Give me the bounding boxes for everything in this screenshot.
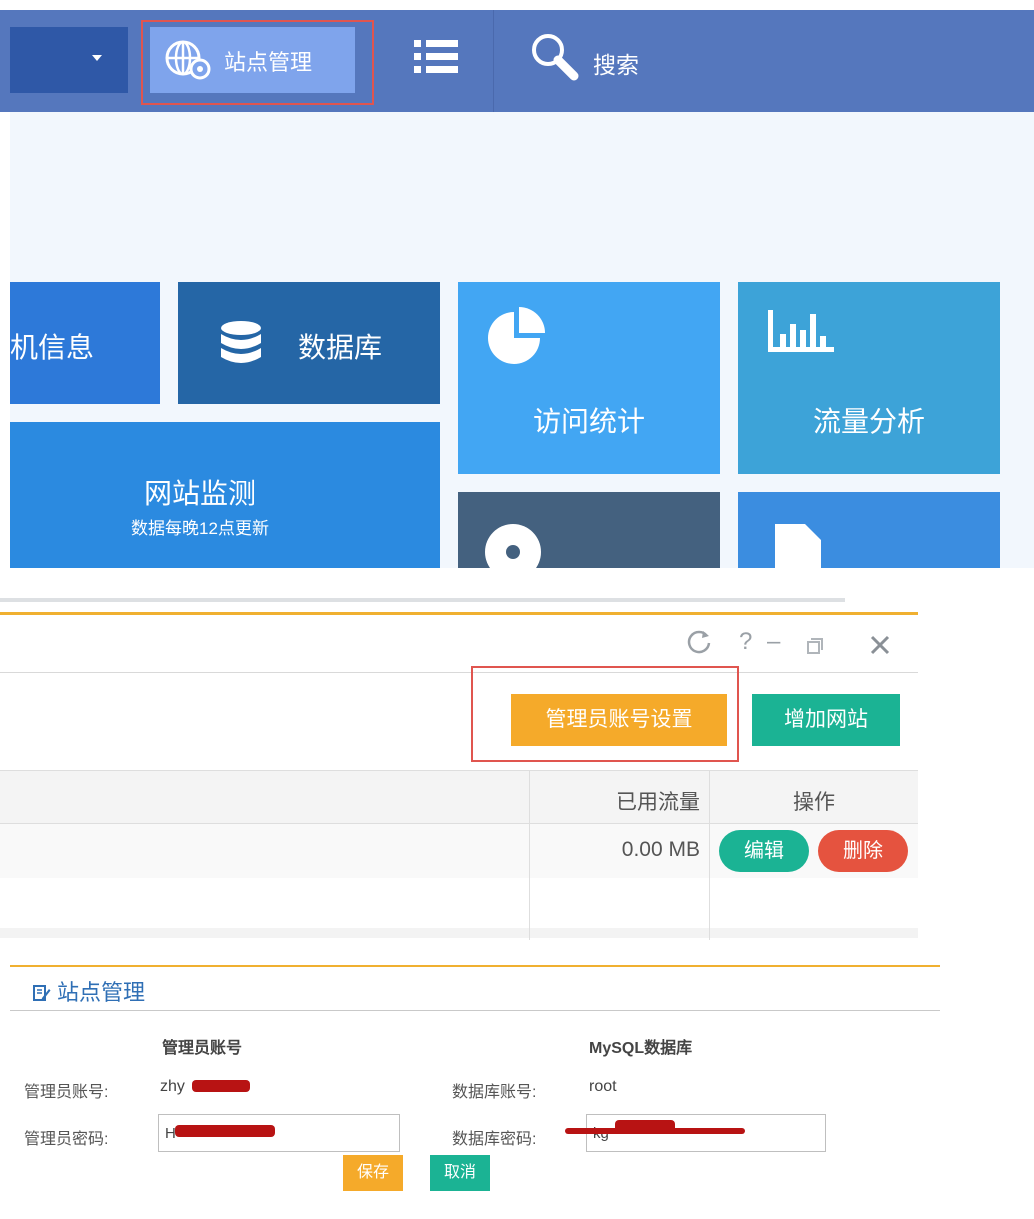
pie-chart-icon — [488, 307, 545, 364]
close-icon[interactable] — [870, 634, 890, 662]
highlight-box — [471, 666, 739, 762]
db-password-label: 数据库密码: — [452, 1131, 537, 1148]
admin-account-value: zhy — [160, 1078, 185, 1095]
window-top-border — [0, 612, 918, 615]
tile-disk[interactable] — [458, 492, 720, 580]
disc-icon — [485, 524, 541, 580]
tile-database-label: 数据库 — [298, 332, 383, 363]
redaction-mark — [192, 1080, 250, 1092]
edit-form-icon — [33, 985, 51, 1001]
refresh-icon[interactable] — [686, 628, 712, 661]
db-account-value: root — [589, 1078, 617, 1095]
help-icon[interactable]: ? — [739, 628, 752, 656]
tile-traffic-analysis[interactable]: 流量分析 — [738, 282, 1000, 474]
admin-password-label: 管理员密码: — [24, 1131, 109, 1148]
column-divider — [709, 770, 710, 940]
redaction-mark — [615, 1120, 675, 1134]
caret-down-icon[interactable] — [92, 55, 102, 61]
form-title-text: 站点管理 — [57, 980, 146, 1005]
search-icon[interactable] — [528, 30, 580, 82]
tile-site-monitor-label: 网站监测 — [143, 478, 256, 509]
db-account-label: 数据库账号: — [452, 1084, 537, 1101]
tile-site-monitor-subtitle: 数据每晚12点更新 — [131, 519, 269, 538]
form-title: 站点管理 — [33, 975, 145, 1007]
save-button[interactable]: 保存 — [343, 1155, 403, 1191]
column-header-used-traffic: 已用流量 — [616, 791, 700, 814]
admin-account-label: 管理员账号: — [24, 1084, 109, 1101]
nav-search-label[interactable]: 搜索 — [593, 46, 639, 80]
bar-chart-icon — [768, 310, 834, 352]
tile-files[interactable] — [738, 492, 1000, 580]
nav-divider — [493, 10, 494, 112]
tile-visit-stats-label: 访问统计 — [532, 406, 645, 437]
scrollbar-track — [0, 598, 845, 602]
tile-host-info[interactable]: 主机信息 — [0, 282, 160, 404]
tile-host-info-label: 主机信息 — [0, 332, 95, 363]
tile-visit-stats[interactable]: 访问统计 — [458, 282, 720, 474]
minimize-icon[interactable]: – — [767, 628, 780, 656]
cell-used-traffic: 0.00 MB — [621, 838, 700, 861]
form-title-divider — [10, 1010, 940, 1011]
highlight-box — [141, 20, 374, 105]
column-header-actions: 操作 — [793, 791, 835, 814]
toolbar-divider — [0, 672, 918, 673]
column-divider — [529, 770, 530, 940]
site-selector-dropdown[interactable] — [10, 27, 128, 93]
file-icon — [775, 524, 821, 580]
form-top-border — [10, 965, 940, 967]
add-site-button[interactable]: 增加网站 — [752, 694, 900, 746]
edit-button[interactable]: 编辑 — [719, 830, 809, 872]
table-footer-strip — [0, 928, 918, 938]
tile-site-monitor[interactable]: 网站监测 数据每晚12点更新 — [10, 422, 440, 568]
database-icon — [221, 321, 261, 363]
tile-traffic-analysis-label: 流量分析 — [812, 406, 925, 437]
restore-icon[interactable] — [806, 634, 824, 662]
tile-database[interactable]: 数据库 — [178, 282, 440, 404]
mysql-section-title: MySQL数据库 — [589, 1040, 693, 1057]
admin-account-section-title: 管理员账号 — [162, 1040, 243, 1057]
delete-button[interactable]: 删除 — [818, 830, 908, 872]
redaction-mark — [175, 1125, 275, 1137]
list-icon[interactable] — [412, 36, 460, 76]
cancel-button[interactable]: 取消 — [430, 1155, 490, 1191]
